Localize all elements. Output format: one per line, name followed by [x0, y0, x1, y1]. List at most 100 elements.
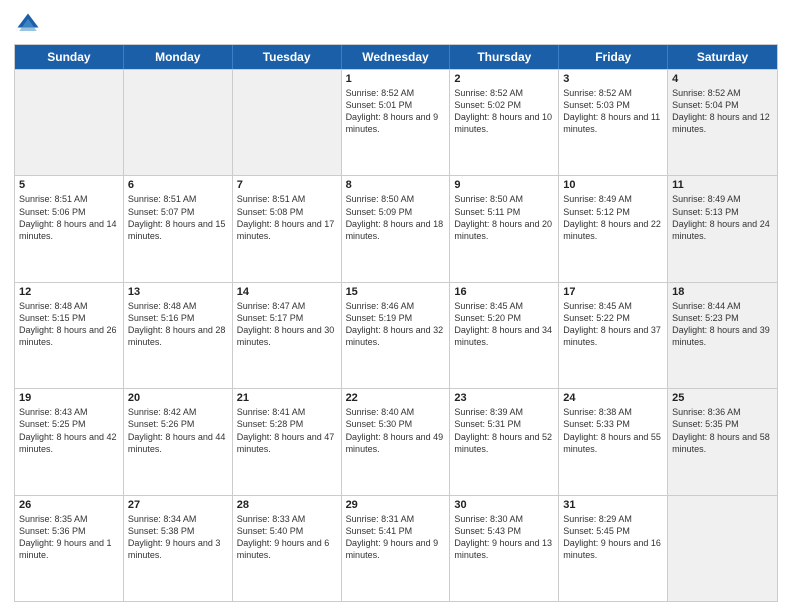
logo-icon	[14, 10, 42, 38]
cell-info: Sunrise: 8:45 AM Sunset: 5:22 PM Dayligh…	[563, 300, 663, 349]
cell-info: Sunrise: 8:45 AM Sunset: 5:20 PM Dayligh…	[454, 300, 554, 349]
cell-info: Sunrise: 8:52 AM Sunset: 5:03 PM Dayligh…	[563, 87, 663, 136]
calendar-row-2: 12 Sunrise: 8:48 AM Sunset: 5:15 PM Dayli…	[15, 282, 777, 388]
page: SundayMondayTuesdayWednesdayThursdayFrid…	[0, 0, 792, 612]
calendar-row-1: 5 Sunrise: 8:51 AM Sunset: 5:06 PM Daylig…	[15, 175, 777, 281]
calendar-row-4: 26 Sunrise: 8:35 AM Sunset: 5:36 PM Dayli…	[15, 495, 777, 601]
cell-info: Sunrise: 8:33 AM Sunset: 5:40 PM Dayligh…	[237, 513, 337, 562]
cal-cell-31: 31 Sunrise: 8:29 AM Sunset: 5:45 PM Dayli…	[559, 496, 668, 601]
cell-info: Sunrise: 8:51 AM Sunset: 5:07 PM Dayligh…	[128, 193, 228, 242]
calendar-row-3: 19 Sunrise: 8:43 AM Sunset: 5:25 PM Dayli…	[15, 388, 777, 494]
cell-info: Sunrise: 8:38 AM Sunset: 5:33 PM Dayligh…	[563, 406, 663, 455]
calendar: SundayMondayTuesdayWednesdayThursdayFrid…	[14, 44, 778, 602]
day-number: 11	[672, 179, 773, 191]
day-number: 7	[237, 179, 337, 191]
cal-cell-21: 21 Sunrise: 8:41 AM Sunset: 5:28 PM Dayli…	[233, 389, 342, 494]
cell-info: Sunrise: 8:39 AM Sunset: 5:31 PM Dayligh…	[454, 406, 554, 455]
day-number: 17	[563, 286, 663, 298]
cal-cell-empty-0-0	[15, 70, 124, 175]
day-number: 29	[346, 499, 446, 511]
day-number: 9	[454, 179, 554, 191]
cell-info: Sunrise: 8:43 AM Sunset: 5:25 PM Dayligh…	[19, 406, 119, 455]
cal-cell-29: 29 Sunrise: 8:31 AM Sunset: 5:41 PM Dayli…	[342, 496, 451, 601]
header-day-monday: Monday	[124, 45, 233, 69]
day-number: 26	[19, 499, 119, 511]
logo	[14, 10, 44, 38]
cal-cell-12: 12 Sunrise: 8:48 AM Sunset: 5:15 PM Dayli…	[15, 283, 124, 388]
day-number: 31	[563, 499, 663, 511]
cell-info: Sunrise: 8:29 AM Sunset: 5:45 PM Dayligh…	[563, 513, 663, 562]
day-number: 21	[237, 392, 337, 404]
day-number: 4	[672, 73, 773, 85]
cell-info: Sunrise: 8:47 AM Sunset: 5:17 PM Dayligh…	[237, 300, 337, 349]
day-number: 3	[563, 73, 663, 85]
cal-cell-15: 15 Sunrise: 8:46 AM Sunset: 5:19 PM Dayli…	[342, 283, 451, 388]
day-number: 8	[346, 179, 446, 191]
cell-info: Sunrise: 8:46 AM Sunset: 5:19 PM Dayligh…	[346, 300, 446, 349]
header-day-sunday: Sunday	[15, 45, 124, 69]
day-number: 14	[237, 286, 337, 298]
cell-info: Sunrise: 8:36 AM Sunset: 5:35 PM Dayligh…	[672, 406, 773, 455]
cal-cell-10: 10Sunrise: 8:49 AM Sunset: 5:12 PM Dayli…	[559, 176, 668, 281]
cal-cell-24: 24 Sunrise: 8:38 AM Sunset: 5:33 PM Dayli…	[559, 389, 668, 494]
cal-cell-28: 28 Sunrise: 8:33 AM Sunset: 5:40 PM Dayli…	[233, 496, 342, 601]
cal-cell-9: 9 Sunrise: 8:50 AM Sunset: 5:11 PM Daylig…	[450, 176, 559, 281]
cal-cell-7: 7 Sunrise: 8:51 AM Sunset: 5:08 PM Daylig…	[233, 176, 342, 281]
cell-info: Sunrise: 8:42 AM Sunset: 5:26 PM Dayligh…	[128, 406, 228, 455]
calendar-header-row: SundayMondayTuesdayWednesdayThursdayFrid…	[15, 45, 777, 69]
header	[14, 10, 778, 38]
cell-info: Sunrise: 8:48 AM Sunset: 5:16 PM Dayligh…	[128, 300, 228, 349]
cal-cell-2: 2 Sunrise: 8:52 AM Sunset: 5:02 PM Daylig…	[450, 70, 559, 175]
cal-cell-25: 25 Sunrise: 8:36 AM Sunset: 5:35 PM Dayli…	[668, 389, 777, 494]
cell-info: Sunrise: 8:52 AM Sunset: 5:02 PM Dayligh…	[454, 87, 554, 136]
day-number: 28	[237, 499, 337, 511]
cell-info: Sunrise: 8:52 AM Sunset: 5:04 PM Dayligh…	[672, 87, 773, 136]
day-number: 24	[563, 392, 663, 404]
calendar-body: 1 Sunrise: 8:52 AM Sunset: 5:01 PM Daylig…	[15, 69, 777, 601]
day-number: 13	[128, 286, 228, 298]
cal-cell-4: 4 Sunrise: 8:52 AM Sunset: 5:04 PM Daylig…	[668, 70, 777, 175]
day-number: 23	[454, 392, 554, 404]
cell-info: Sunrise: 8:51 AM Sunset: 5:06 PM Dayligh…	[19, 193, 119, 242]
cell-info: Sunrise: 8:41 AM Sunset: 5:28 PM Dayligh…	[237, 406, 337, 455]
cal-cell-empty-0-2	[233, 70, 342, 175]
day-number: 2	[454, 73, 554, 85]
cell-info: Sunrise: 8:44 AM Sunset: 5:23 PM Dayligh…	[672, 300, 773, 349]
header-day-wednesday: Wednesday	[342, 45, 451, 69]
header-day-friday: Friday	[559, 45, 668, 69]
cal-cell-empty-4-6	[668, 496, 777, 601]
day-number: 1	[346, 73, 446, 85]
cell-info: Sunrise: 8:50 AM Sunset: 5:09 PM Dayligh…	[346, 193, 446, 242]
cal-cell-18: 18Sunrise: 8:44 AM Sunset: 5:23 PM Dayli…	[668, 283, 777, 388]
cell-info: Sunrise: 8:34 AM Sunset: 5:38 PM Dayligh…	[128, 513, 228, 562]
day-number: 15	[346, 286, 446, 298]
day-number: 25	[672, 392, 773, 404]
day-number: 20	[128, 392, 228, 404]
cal-cell-11: 11Sunrise: 8:49 AM Sunset: 5:13 PM Dayli…	[668, 176, 777, 281]
cell-info: Sunrise: 8:48 AM Sunset: 5:15 PM Dayligh…	[19, 300, 119, 349]
cell-info: Sunrise: 8:51 AM Sunset: 5:08 PM Dayligh…	[237, 193, 337, 242]
day-number: 27	[128, 499, 228, 511]
day-number: 30	[454, 499, 554, 511]
day-number: 19	[19, 392, 119, 404]
day-number: 5	[19, 179, 119, 191]
day-number: 10	[563, 179, 663, 191]
cal-cell-5: 5 Sunrise: 8:51 AM Sunset: 5:06 PM Daylig…	[15, 176, 124, 281]
cell-info: Sunrise: 8:52 AM Sunset: 5:01 PM Dayligh…	[346, 87, 446, 136]
cal-cell-empty-0-1	[124, 70, 233, 175]
cal-cell-13: 13 Sunrise: 8:48 AM Sunset: 5:16 PM Dayli…	[124, 283, 233, 388]
cal-cell-22: 22 Sunrise: 8:40 AM Sunset: 5:30 PM Dayli…	[342, 389, 451, 494]
calendar-row-0: 1 Sunrise: 8:52 AM Sunset: 5:01 PM Daylig…	[15, 69, 777, 175]
cell-info: Sunrise: 8:31 AM Sunset: 5:41 PM Dayligh…	[346, 513, 446, 562]
day-number: 22	[346, 392, 446, 404]
cell-info: Sunrise: 8:50 AM Sunset: 5:11 PM Dayligh…	[454, 193, 554, 242]
cell-info: Sunrise: 8:30 AM Sunset: 5:43 PM Dayligh…	[454, 513, 554, 562]
day-number: 12	[19, 286, 119, 298]
header-day-saturday: Saturday	[668, 45, 777, 69]
cal-cell-16: 16Sunrise: 8:45 AM Sunset: 5:20 PM Dayli…	[450, 283, 559, 388]
cal-cell-17: 17 Sunrise: 8:45 AM Sunset: 5:22 PM Dayli…	[559, 283, 668, 388]
cell-info: Sunrise: 8:40 AM Sunset: 5:30 PM Dayligh…	[346, 406, 446, 455]
header-day-tuesday: Tuesday	[233, 45, 342, 69]
cal-cell-8: 8 Sunrise: 8:50 AM Sunset: 5:09 PM Daylig…	[342, 176, 451, 281]
cell-info: Sunrise: 8:35 AM Sunset: 5:36 PM Dayligh…	[19, 513, 119, 562]
